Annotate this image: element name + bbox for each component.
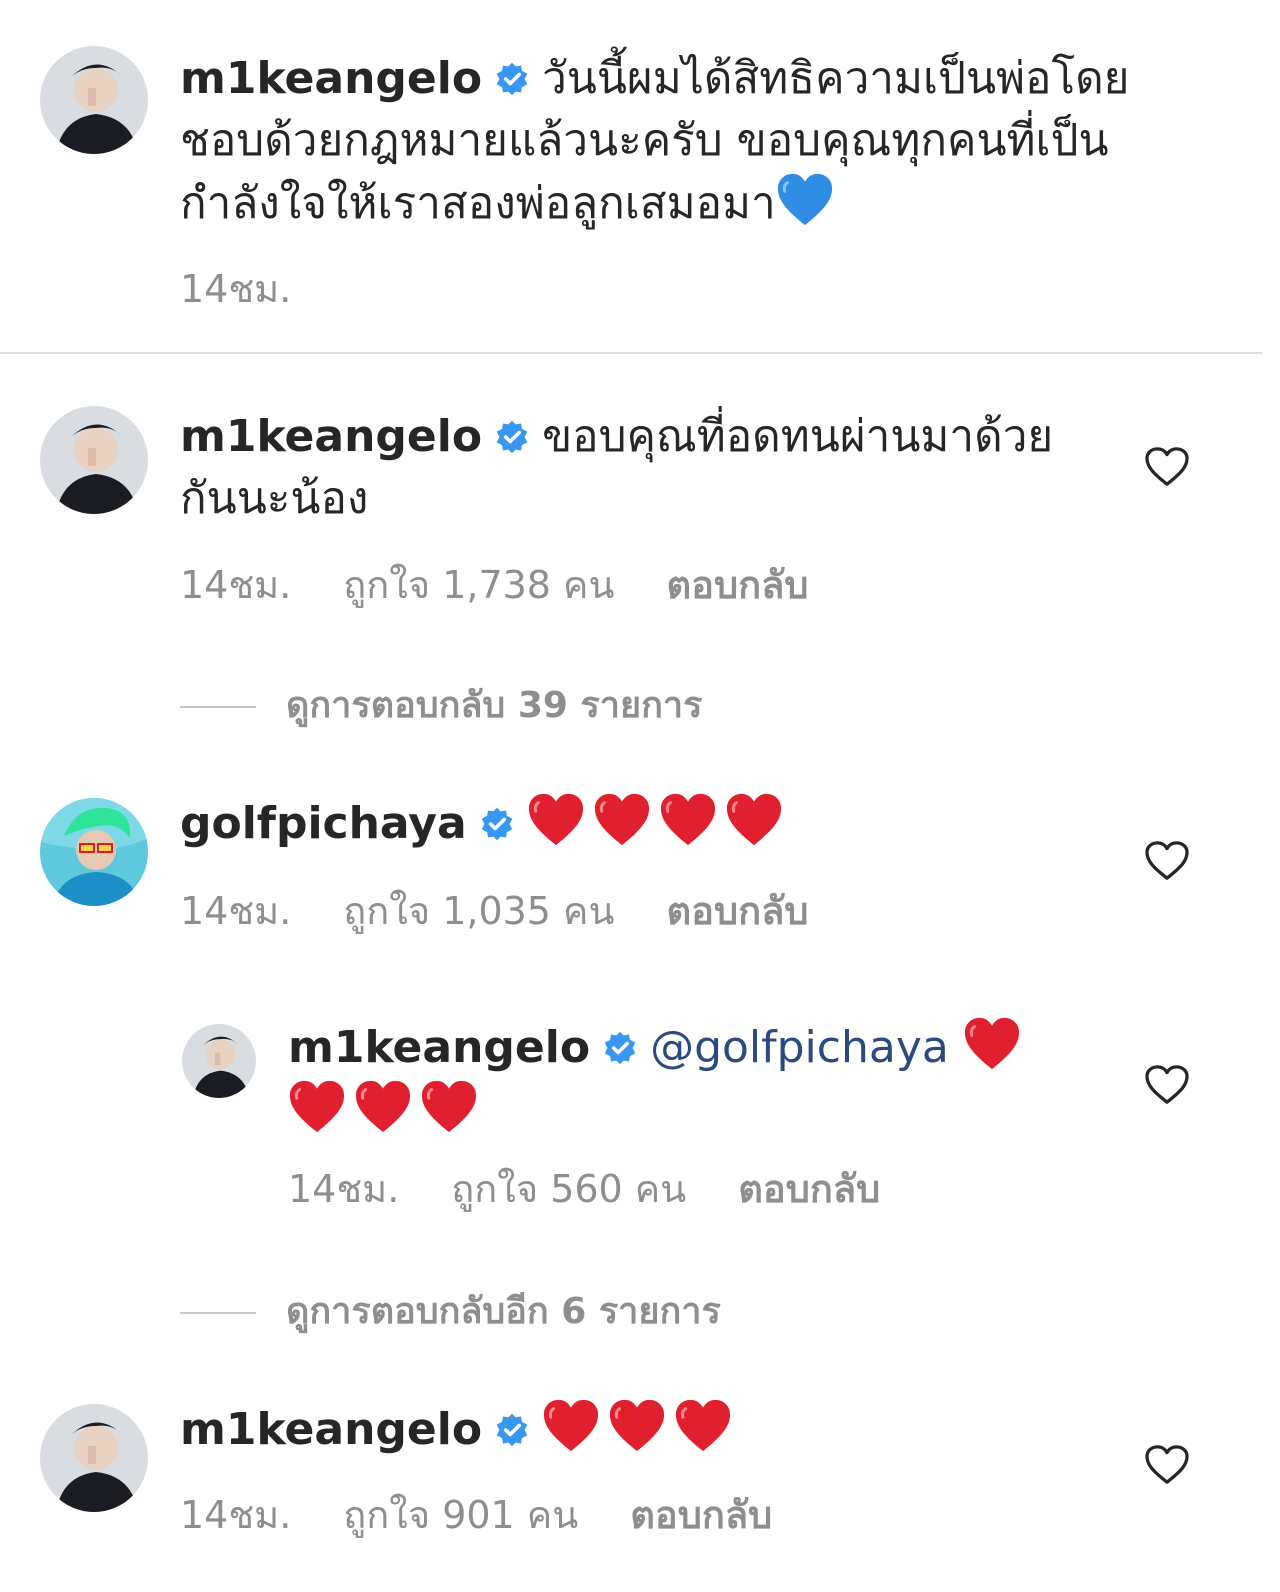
verified-badge-icon [494, 419, 530, 455]
red-heart-icon [288, 1079, 346, 1135]
reply-button[interactable]: ตอบกลับ [666, 889, 808, 933]
red-heart-icon [725, 792, 783, 848]
reply-meta: 14ชม. ถูกใจ 560 คน ตอบกลับ [288, 1158, 932, 1219]
verified-badge-icon [494, 61, 530, 97]
red-heart-icon [527, 792, 585, 848]
reply-text: m1keangelo @golfpichaya [288, 1016, 1078, 1142]
heart-outline-icon[interactable] [1144, 1444, 1190, 1486]
reply-button[interactable]: ตอบกลับ [738, 1167, 880, 1211]
view-replies-button[interactable]: ดูการตอบกลับอีก 6 รายการ [180, 1282, 721, 1339]
comment-meta: 14ชม. ถูกใจ 1,738 คน ตอบกลับ [180, 554, 861, 615]
caption-text: m1keangelo วันนี้ผมได้สิทธิความเป็นพ่อโดย… [180, 48, 1200, 235]
reply-button[interactable]: ตอบกลับ [666, 563, 808, 607]
timestamp: 14ชม. [180, 267, 292, 311]
red-heart-icon [354, 1079, 412, 1135]
avatar[interactable] [40, 406, 148, 514]
comment-meta: 14ชม. ถูกใจ 1,035 คน ตอบกลับ [180, 880, 861, 941]
caption-meta: 14ชม. [180, 258, 343, 319]
username[interactable]: m1keangelo [180, 53, 482, 104]
like-count[interactable]: ถูกใจ 560 คน [451, 1167, 686, 1211]
verified-badge-icon [479, 806, 515, 842]
username[interactable]: golfpichaya [180, 798, 467, 849]
timestamp: 14ชม. [288, 1167, 400, 1211]
heart-outline-icon[interactable] [1144, 446, 1190, 488]
comment-text: m1keangelo [180, 1398, 1080, 1461]
red-heart-icon [593, 792, 651, 848]
like-count[interactable]: ถูกใจ 1,738 คน [343, 563, 614, 607]
view-replies-button[interactable]: ดูการตอบกลับ 39 รายการ [180, 676, 702, 733]
like-count[interactable]: ถูกใจ 901 คน [343, 1493, 578, 1537]
like-count[interactable]: ถูกใจ 1,035 คน [343, 889, 614, 933]
verified-badge-icon [602, 1030, 638, 1066]
red-heart-icon [963, 1016, 1021, 1072]
divider [0, 352, 1262, 354]
red-heart-icon [674, 1398, 732, 1454]
comment-meta: 14ชม. ถูกใจ 901 คน ตอบกลับ [180, 1484, 824, 1545]
avatar[interactable] [40, 46, 148, 154]
red-heart-icon [659, 792, 717, 848]
view-replies-label: ดูการตอบกลับ 39 รายการ [286, 685, 703, 726]
avatar[interactable] [40, 1404, 148, 1512]
username[interactable]: m1keangelo [180, 411, 482, 462]
heart-outline-icon[interactable] [1144, 840, 1190, 882]
verified-badge-icon [494, 1412, 530, 1448]
timestamp: 14ชม. [180, 889, 292, 933]
comment-text: golfpichaya [180, 792, 1080, 855]
replies-line [180, 1312, 256, 1314]
heart-outline-icon[interactable] [1144, 1064, 1190, 1106]
avatar[interactable] [182, 1024, 256, 1098]
avatar[interactable] [40, 798, 148, 906]
red-heart-icon [542, 1398, 600, 1454]
comment-text: m1keangelo ขอบคุณที่อดทนผ่านมาด้วยกันนะน้… [180, 406, 1060, 530]
username[interactable]: m1keangelo [288, 1022, 590, 1073]
replies-line [180, 706, 256, 708]
username[interactable]: m1keangelo [180, 1404, 482, 1455]
mention-link[interactable]: @golfpichaya [650, 1022, 949, 1073]
timestamp: 14ชม. [180, 1493, 292, 1537]
timestamp: 14ชม. [180, 563, 292, 607]
reply-button[interactable]: ตอบกลับ [630, 1493, 772, 1537]
blue-heart-icon [776, 172, 834, 228]
view-replies-label: ดูการตอบกลับอีก 6 รายการ [286, 1291, 721, 1332]
red-heart-icon [420, 1079, 478, 1135]
red-heart-icon [608, 1398, 666, 1454]
